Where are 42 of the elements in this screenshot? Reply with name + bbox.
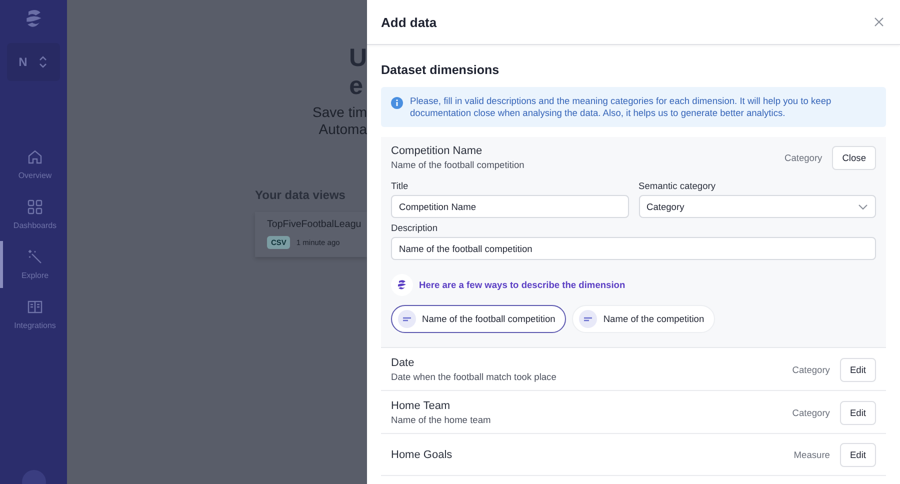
dimension-type: Category — [792, 408, 830, 418]
edit-button[interactable]: Edit — [840, 358, 876, 382]
text-lines-icon — [579, 310, 598, 328]
suggestion-chip[interactable]: Name of the competition — [572, 305, 716, 333]
dimension-type: Category — [784, 152, 822, 162]
dimension-description: Date when the football match took place — [391, 372, 558, 382]
field-label: Semantic category — [638, 181, 716, 191]
close-button[interactable] — [872, 15, 886, 29]
dimension-name: Competition Name — [391, 145, 484, 157]
text-lines-icon — [398, 310, 416, 328]
edit-button[interactable]: Edit — [840, 443, 876, 467]
dimension-name: Date — [391, 357, 416, 369]
house-icon — [27, 149, 43, 165]
title-field[interactable]: Competition Name — [391, 195, 628, 218]
close-button[interactable]: Close — [832, 146, 876, 170]
info-icon — [391, 97, 403, 109]
drawer-title: Add data — [381, 14, 437, 30]
section-title: Dataset dimensions — [381, 63, 500, 77]
category-dropdown[interactable]: Category — [638, 195, 876, 218]
wand-icon — [27, 249, 43, 265]
suggestions-heading: Here are a few ways to describe the dimension — [419, 280, 626, 290]
grid-icon — [27, 199, 43, 215]
data-view-name: TopFiveFootbalLeagu — [267, 219, 362, 230]
book-icon — [27, 299, 43, 315]
info-text: Please, fill in valid descriptions and the meaning categories for each dimension. It will help you to keep documentation close when analysing the data. Also, it helps us to generate better analytics. — [410, 95, 832, 119]
dimension-description: Name of the home team — [391, 415, 492, 425]
description-field[interactable]: Name of the football competition — [391, 237, 876, 260]
dimension-type: Category — [792, 364, 830, 374]
dimension-name: Home Team — [391, 400, 452, 412]
field-label: Description — [391, 223, 439, 233]
close-icon — [874, 17, 884, 27]
edit-button[interactable]: Edit — [840, 400, 876, 424]
suggestion-chip[interactable]: Name of the football competition — [391, 305, 566, 333]
dimension-description: Name of the football competition — [391, 160, 526, 170]
dimension-type: Measure — [794, 450, 830, 460]
logo-icon — [396, 279, 408, 291]
subtitle-fragment: Save tim — [312, 104, 367, 121]
chevron-down-icon — [858, 204, 868, 210]
field-label: Title — [391, 181, 410, 191]
updown-icon — [38, 55, 48, 69]
subtitle-fragment: Automa — [318, 121, 367, 138]
dimension-name: Home Goals — [391, 449, 454, 461]
